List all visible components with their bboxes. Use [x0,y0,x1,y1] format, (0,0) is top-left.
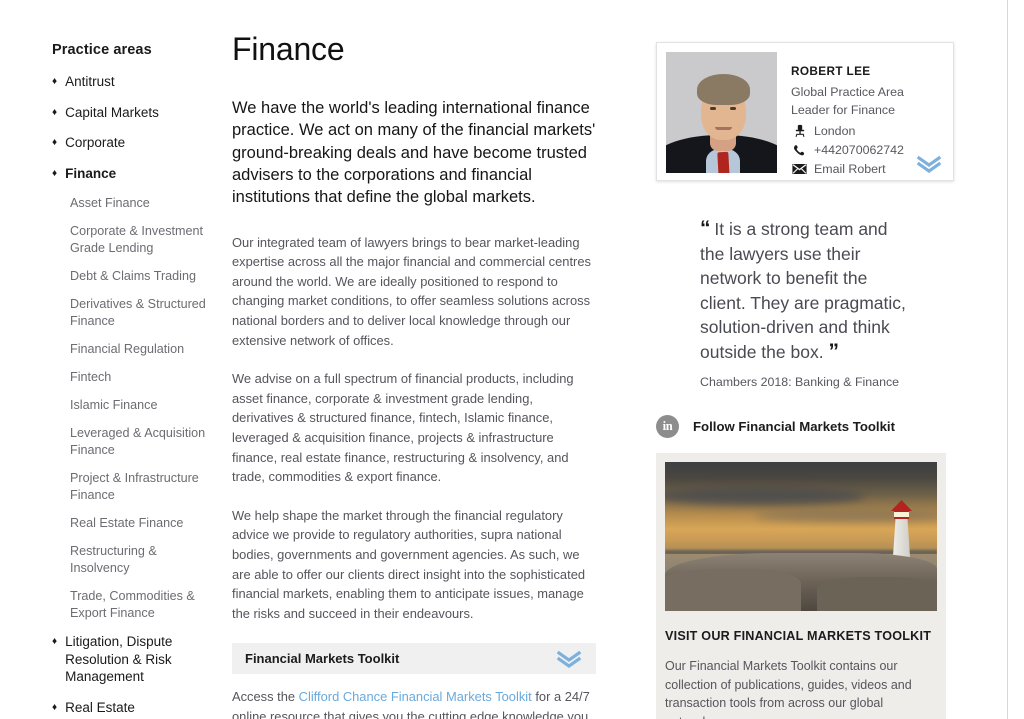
contact-phone-label: +442070062742 [814,143,904,157]
sidebar-subitem-fintech[interactable]: Fintech [70,369,217,386]
sidebar-item-label: Litigation, Dispute Resolution & Risk Ma… [65,634,173,685]
follow-label: Follow Financial Markets Toolkit [693,419,895,434]
double-chevron-down-icon[interactable] [914,154,944,174]
intro-paragraph: We have the world's leading internationa… [232,99,596,207]
sidebar-subitem-corporate-investment-grade-lending[interactable]: Corporate & Investment Grade Lending [70,223,217,257]
sidebar-item-corporate[interactable]: ♦ Corporate [52,134,217,152]
phone-icon [791,143,808,158]
body-paragraph-1: Our integrated team of lawyers brings to… [232,234,591,348]
linkedin-icon[interactable]: in [656,415,679,438]
sidebar-item-label: Corporate [65,135,126,151]
sidebar-subitem-leveraged-acquisition-finance[interactable]: Leveraged & Acquisition Finance [70,425,217,459]
toolkit-promo-card[interactable]: VISIT OUR FINANCIAL MARKETS TOOLKIT Our … [656,453,946,719]
diamond-bullet-icon: ♦ [52,106,58,118]
accordion-body-before: Access the [232,689,299,705]
contact-name: ROBERT LEE [791,64,871,78]
avatar [666,52,777,173]
diamond-bullet-icon: ♦ [52,76,58,88]
body-paragraph-2: We advise on a full spectrum of financia… [232,371,574,485]
diamond-bullet-icon: ♦ [52,636,58,648]
sidebar-item-label: Capital Markets [65,104,159,120]
quote-attribution: Chambers 2018: Banking & Finance [700,375,900,389]
diamond-bullet-icon: ♦ [52,137,58,149]
body-paragraph-3: We help shape the market through the fin… [232,507,586,621]
accordion-body-text: Access the Clifford Chance Financial Mar… [232,687,596,719]
accordion-title: Financial Markets Toolkit [245,651,400,667]
sidebar-item-litigation-dispute-resolution-risk-management[interactable]: ♦ Litigation, Dispute Resolution & Risk … [52,633,217,686]
sidebar-subitem-restructuring-insolvency[interactable]: Restructuring & Insolvency [70,543,217,577]
sidebar-subitem-real-estate-finance[interactable]: Real Estate Finance [70,515,217,532]
diamond-bullet-icon: ♦ [52,167,58,179]
contact-card[interactable]: ROBERT LEE Global Practice Area Leader f… [656,42,954,181]
sidebar-item-label: Antitrust [65,74,115,90]
quote-text: It is a strong team and the lawyers use … [700,219,906,362]
testimonial-quote: “ It is a strong team and the lawyers us… [696,217,914,389]
sidebar-item-finance[interactable]: ♦ Finance [52,165,217,183]
sidebar-item-antitrust[interactable]: ♦ Antitrust [52,73,217,91]
open-quote-mark: “ [700,217,710,240]
page-title: Finance [232,31,345,67]
close-quote-mark: ” [828,339,838,363]
sidebar-subitem-asset-finance[interactable]: Asset Finance [70,195,217,212]
right-rail: ROBERT LEE Global Practice Area Leader f… [656,42,954,719]
diamond-bullet-icon: ♦ [52,701,58,713]
toolkit-link[interactable]: Clifford Chance Financial Markets Toolki… [299,689,532,704]
sidebar-item-label: Real Estate [65,699,135,715]
sidebar-subitem-trade-commodities-export-finance[interactable]: Trade, Commodities & Export Finance [70,588,217,622]
sidebar-item-label: Finance [65,165,117,181]
sidebar-subitem-derivatives-structured-finance[interactable]: Derivatives & Structured Finance [70,296,217,330]
sidebar-subitem-islamic-finance[interactable]: Islamic Finance [70,397,217,414]
contact-role: Global Practice Area Leader for Finance [791,85,904,117]
sidebar-heading: Practice areas [52,42,152,58]
envelope-icon [791,162,808,177]
contact-email-label: Email Robert [814,162,886,176]
sidebar-item-real-estate[interactable]: ♦ Real Estate [52,699,217,717]
main-content: Finance We have the world's leading inte… [232,31,596,719]
double-chevron-down-icon[interactable] [554,649,584,669]
office-chair-icon [791,124,808,139]
page-root: Practice areas ♦ Antitrust ♦ Capital Mar… [0,0,1024,719]
sidebar-subitem-project-infrastructure-finance[interactable]: Project & Infrastructure Finance [70,470,217,504]
sidebar-subitem-debt-claims-trading[interactable]: Debt & Claims Trading [70,268,217,285]
sidebar-subitem-financial-regulation[interactable]: Financial Regulation [70,341,217,358]
sidebar-item-capital-markets[interactable]: ♦ Capital Markets [52,104,217,122]
promo-body: Our Financial Markets Toolkit contains o… [665,659,912,719]
practice-areas-sidebar: Practice areas ♦ Antitrust ♦ Capital Mar… [52,42,217,719]
right-rail-divider [1007,0,1008,719]
accordion-financial-markets-toolkit[interactable]: Financial Markets Toolkit [232,643,596,675]
quote-text-wrapper: “ It is a strong team and the lawyers us… [700,217,914,364]
lighthouse-at-sunset-photo [665,462,937,611]
contact-office-row[interactable]: London [791,122,944,140]
promo-title: VISIT OUR FINANCIAL MARKETS TOOLKIT [665,629,932,643]
contact-office-label: London [814,124,856,138]
follow-linkedin-row[interactable]: in Follow Financial Markets Toolkit [656,415,954,438]
